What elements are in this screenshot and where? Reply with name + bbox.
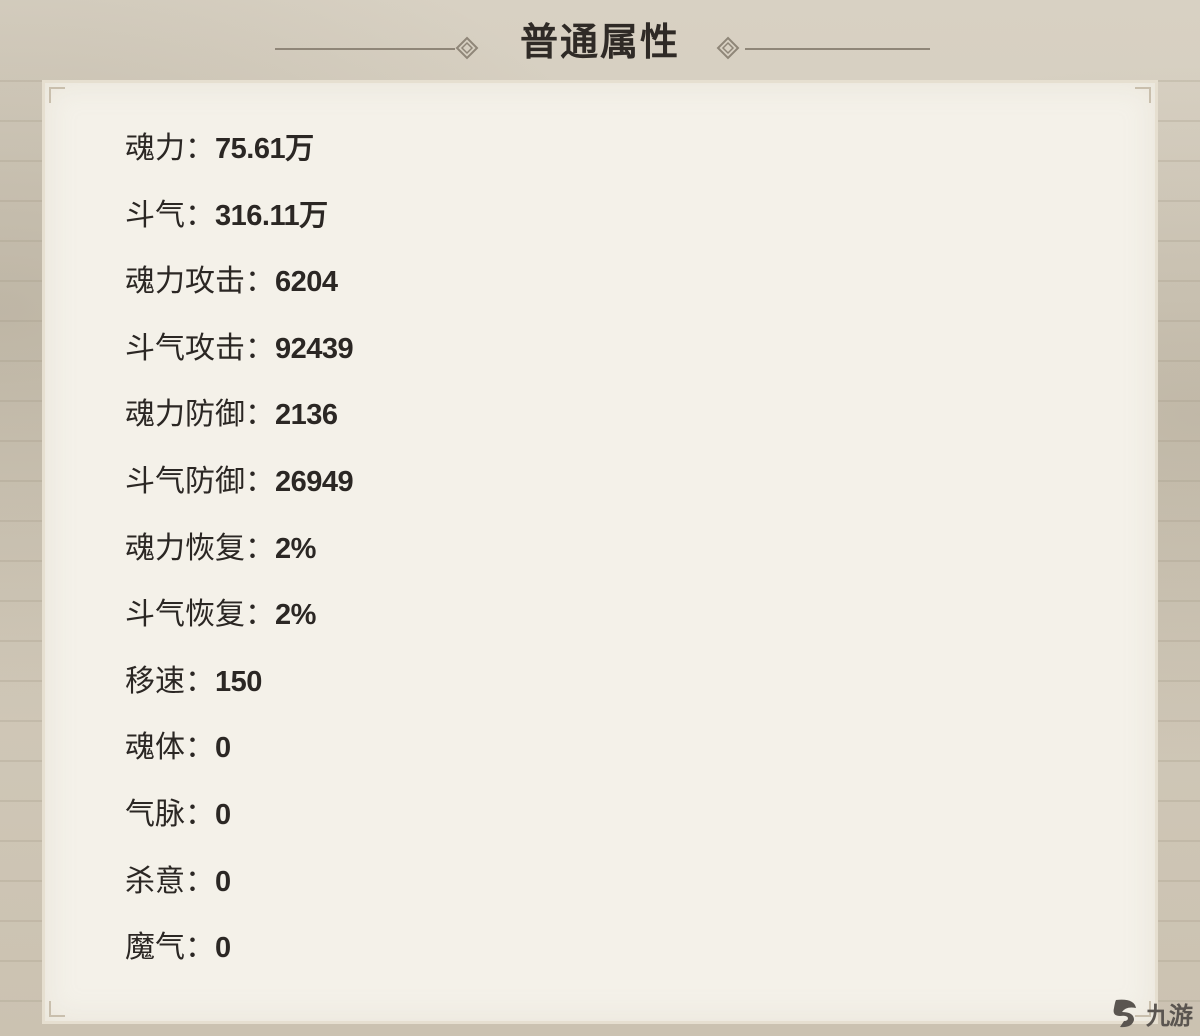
attribute-value: 0 xyxy=(215,732,231,765)
attribute-separator: ： xyxy=(185,730,215,766)
attribute-list: 魂力：75.61万 斗气：316.11万 魂力攻击：6204 斗气攻击：9243… xyxy=(125,128,354,994)
attribute-label: 斗气防御 xyxy=(125,463,245,499)
attribute-separator: ： xyxy=(245,463,275,499)
page-title: 普通属性 xyxy=(519,19,680,64)
corner-ornament xyxy=(49,1001,65,1017)
attribute-row: 斗气恢复：2% xyxy=(125,594,353,661)
attribute-label: 斗气攻击 xyxy=(125,330,245,366)
attribute-value: 0 xyxy=(215,932,231,965)
attribute-row: 魂力防御：2136 xyxy=(125,394,353,461)
attribute-value: 2136 xyxy=(275,399,338,432)
header-divider-left xyxy=(275,48,455,50)
attribute-separator: ： xyxy=(185,796,215,832)
attribute-separator: ： xyxy=(185,663,215,699)
attribute-label: 魔气 xyxy=(125,930,185,966)
attribute-value: 75.61万 xyxy=(215,133,314,165)
attribute-separator: ： xyxy=(245,264,275,300)
diamond-ornament-icon xyxy=(455,36,479,60)
jiuyou-logo-icon xyxy=(1113,999,1136,1028)
attribute-separator: ： xyxy=(245,330,275,366)
watermark-text: 九游 xyxy=(1146,1001,1193,1030)
attribute-row: 气脉：0 xyxy=(125,794,353,861)
attribute-label: 魂力 xyxy=(125,131,185,166)
attribute-label: 杀意 xyxy=(125,863,185,899)
attribute-row: 魂力：75.61万 xyxy=(125,128,353,195)
attribute-separator: ： xyxy=(185,930,215,966)
attribute-label: 斗气恢复 xyxy=(125,597,245,633)
attribute-label: 魂体 xyxy=(125,730,185,766)
attribute-separator: ： xyxy=(245,530,275,566)
left-border-decoration xyxy=(0,80,44,1036)
attribute-window: 普通属性 魂力：75.61万 斗气：316.11万 魂力攻击：6204 斗气攻击… xyxy=(0,0,1200,1036)
attribute-value: 92439 xyxy=(275,332,354,365)
attribute-value: 316.11万 xyxy=(215,199,328,232)
attribute-panel: 魂力：75.61万 斗气：316.11万 魂力攻击：6204 斗气攻击：9243… xyxy=(42,80,1158,1024)
attribute-label: 移速 xyxy=(125,663,185,699)
diamond-ornament-icon xyxy=(716,36,740,60)
attribute-separator: ： xyxy=(245,597,275,633)
attribute-value: 0 xyxy=(215,798,231,831)
right-border-decoration xyxy=(1156,80,1200,1036)
attribute-separator: ： xyxy=(185,863,215,899)
attribute-value: 2% xyxy=(275,532,316,565)
attribute-label: 魂力防御 xyxy=(125,397,245,433)
attribute-value: 2% xyxy=(275,599,316,632)
attribute-row: 魂力攻击：6204 xyxy=(125,261,353,328)
attribute-row: 魂力恢复：2% xyxy=(125,528,353,595)
attribute-separator: ： xyxy=(185,197,215,233)
attribute-separator: ： xyxy=(185,131,215,166)
corner-ornament xyxy=(1135,87,1151,103)
attribute-label: 魂力恢复 xyxy=(125,530,245,566)
attribute-value: 150 xyxy=(215,665,262,698)
attribute-label: 魂力攻击 xyxy=(125,264,245,300)
attribute-row: 魔气：0 xyxy=(125,927,353,994)
attribute-row: 斗气攻击：92439 xyxy=(125,328,354,395)
attribute-value: 6204 xyxy=(275,266,338,299)
corner-ornament xyxy=(49,87,65,103)
header-divider-right xyxy=(745,48,930,50)
attribute-value: 26949 xyxy=(275,465,354,498)
attribute-row: 斗气防御：26949 xyxy=(125,461,354,528)
attribute-label: 气脉 xyxy=(125,796,185,832)
attribute-row: 魂体：0 xyxy=(125,727,353,794)
attribute-value: 0 xyxy=(215,865,231,898)
window-header: 普通属性 xyxy=(0,0,1200,80)
attribute-separator: ： xyxy=(245,397,275,433)
attribute-row: 斗气：316.11万 xyxy=(125,195,353,262)
attribute-row: 杀意：0 xyxy=(125,861,353,928)
attribute-row: 移速：150 xyxy=(125,661,353,728)
attribute-label: 斗气 xyxy=(125,197,185,233)
watermark: 九游 xyxy=(1108,990,1200,1036)
